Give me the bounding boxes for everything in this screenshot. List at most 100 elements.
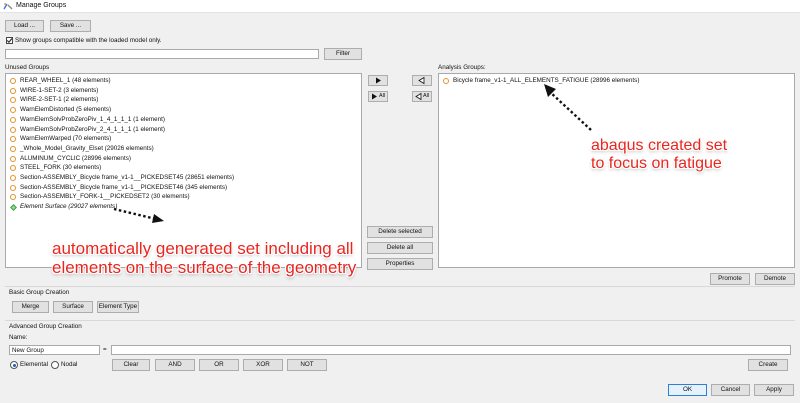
group-icon <box>10 126 16 133</box>
arrow-left-icon <box>415 92 422 101</box>
list-item-label: _Whole_Model_Gravity_Elset (29026 elemen… <box>20 144 154 152</box>
apply-button[interactable]: Apply <box>754 384 794 396</box>
group-icon <box>10 116 16 123</box>
list-item[interactable]: STEEL_FORK (30 elements) <box>9 163 101 173</box>
group-icon <box>10 87 16 94</box>
list-item[interactable]: ALUMINUM_CYCLIC (28996 elements) <box>9 154 131 164</box>
group-icon <box>443 78 449 84</box>
group-icon <box>10 97 16 104</box>
list-item-label: ALUMINUM_CYCLIC (28996 elements) <box>20 154 131 162</box>
list-item[interactable]: Section-ASSEMBLY_Bicycle frame_v1-1__PIC… <box>9 183 227 193</box>
list-item-label: STEEL_FORK (30 elements) <box>20 164 102 172</box>
list-item[interactable]: WIRE-2-SET-1 (2 elements) <box>9 95 98 105</box>
load-button[interactable]: Load ... <box>5 20 44 32</box>
filter-input[interactable] <box>5 49 319 59</box>
compatible-only-label: Show groups compatible with the loaded m… <box>15 37 162 44</box>
list-item[interactable]: REAR_WHEEL_1 (48 elements) <box>9 76 111 86</box>
delete-selected-button[interactable]: Delete selected <box>367 226 433 238</box>
list-item[interactable]: _Whole_Model_Gravity_Elset (29026 elemen… <box>9 144 154 154</box>
list-item-label: WIRE-1-SET-2 (3 elements) <box>20 86 99 94</box>
annotation-arrow-right <box>544 84 592 131</box>
not-button[interactable]: NOT <box>287 359 327 371</box>
group-icon <box>10 136 16 143</box>
arrow-left-icon <box>418 76 425 85</box>
merge-button[interactable]: Merge <box>12 301 49 313</box>
unused-groups-title: Unused Groups <box>5 64 50 71</box>
annotation-surface-set: automatically generated set including al… <box>52 239 357 277</box>
create-button[interactable]: Create <box>748 359 788 371</box>
surface-button[interactable]: Surface <box>53 301 93 313</box>
list-item-label: Section-ASSEMBLY_FORK-1__PICKEDSET2 (30 … <box>20 193 190 201</box>
promote-button[interactable]: Promote <box>710 273 750 285</box>
group-icon <box>10 155 16 162</box>
annotation-arrow-left <box>113 207 164 223</box>
group-icon <box>10 194 16 201</box>
annotation-line: to focus on fatigue <box>591 154 722 172</box>
annotation-line: elements on the surface of the geometry <box>52 257 357 277</box>
basic-group-creation-title: Basic Group Creation <box>9 289 70 296</box>
advanced-group-creation-title: Advanced Group Creation <box>9 323 82 330</box>
filter-button[interactable]: Filter <box>324 48 362 60</box>
list-item-label: WarnElemSolvProbZeroPiv_1_4_1_1_1 (1 ele… <box>20 115 166 123</box>
element-type-button[interactable]: Element Type <box>97 301 139 313</box>
clear-button[interactable]: Clear <box>112 359 150 371</box>
move-all-left-label: All <box>423 93 430 99</box>
properties-button[interactable]: Properties <box>367 258 433 270</box>
group-icon <box>10 145 16 152</box>
xor-button[interactable]: XOR <box>243 359 283 371</box>
annotation-fatigue-set: abaqus created set to focus on fatigue <box>591 137 727 172</box>
list-item-label: WIRE-2-SET-1 (2 elements) <box>20 96 99 104</box>
and-button[interactable]: AND <box>155 359 195 371</box>
list-item-label: WarnElemWarped (70 elements) <box>20 135 112 143</box>
list-item[interactable]: WarnElemWarped (70 elements) <box>9 134 111 144</box>
nodal-radio[interactable] <box>51 361 59 369</box>
group-icon <box>10 107 16 114</box>
window-title: Manage Groups <box>16 2 67 9</box>
demote-button[interactable]: Demote <box>755 273 795 285</box>
arrow-right-icon <box>376 77 381 84</box>
list-item[interactable]: WarnElemSolvProbZeroPiv_2_4_1_1_1 (1 ele… <box>9 125 165 135</box>
arrow-right-icon <box>372 93 377 100</box>
cancel-button[interactable]: Cancel <box>711 384 750 396</box>
list-item[interactable]: WIRE-1-SET-2 (3 elements) <box>9 86 98 96</box>
or-button[interactable]: OR <box>199 359 239 371</box>
app-logo-icon <box>3 3 13 10</box>
move-left-button[interactable] <box>412 75 432 86</box>
annotation-line: abaqus created set <box>591 137 728 154</box>
ok-button[interactable]: OK <box>668 384 707 396</box>
group-icon <box>10 78 16 84</box>
list-item[interactable]: Section-ASSEMBLY_FORK-1__PICKEDSET2 (30 … <box>9 192 190 202</box>
title-bar: Manage Groups <box>0 0 800 13</box>
list-item[interactable]: Section-ASSEMBLY_Bicycle frame_v1-1__PIC… <box>9 173 234 183</box>
move-right-button[interactable] <box>368 75 388 86</box>
list-item-label: Section-ASSEMBLY_Bicycle frame_v1-1__PIC… <box>20 183 228 191</box>
delete-all-button[interactable]: Delete all <box>367 242 433 254</box>
group-name-label: Name: <box>9 334 28 341</box>
list-item-label: WarnElemDistorted (5 elements) <box>20 106 112 114</box>
group-icon <box>10 165 16 172</box>
equals-sign: = <box>103 346 107 353</box>
list-item-label: REAR_WHEEL_1 (48 elements) <box>20 77 111 84</box>
list-item-label: WarnElemSolvProbZeroPiv_2_4_1_1_1 (1 ele… <box>20 125 166 133</box>
group-icon <box>10 184 16 191</box>
elemental-radio-label: Elemental <box>20 361 49 368</box>
surface-group-icon <box>10 203 17 211</box>
annotation-line: automatically generated set including al… <box>52 239 354 258</box>
list-item[interactable]: Element Surface (29027 elements) <box>9 202 117 212</box>
group-icon <box>10 175 16 181</box>
move-all-left-button[interactable]: All <box>412 91 432 102</box>
compatible-only-checkbox[interactable] <box>6 37 13 44</box>
group-expression-input[interactable] <box>111 345 791 355</box>
elemental-radio[interactable] <box>10 361 18 369</box>
move-all-right-button[interactable]: All <box>368 91 388 102</box>
checkmark-icon <box>6 38 13 44</box>
save-button[interactable]: Save ... <box>50 20 91 32</box>
list-item-label: Element Surface (29027 elements) <box>20 203 118 211</box>
nodal-radio-label: Nodal <box>61 361 78 368</box>
analysis-groups-title: Analysis Groups: <box>438 64 486 71</box>
list-item-label: Section-ASSEMBLY_Bicycle frame_v1-1__PIC… <box>20 174 235 181</box>
move-all-right-label: All <box>379 93 386 99</box>
group-name-input[interactable]: New Group <box>9 345 100 355</box>
list-item[interactable]: WarnElemSolvProbZeroPiv_1_4_1_1_1 (1 ele… <box>9 115 165 125</box>
list-item[interactable]: WarnElemDistorted (5 elements) <box>9 105 111 115</box>
